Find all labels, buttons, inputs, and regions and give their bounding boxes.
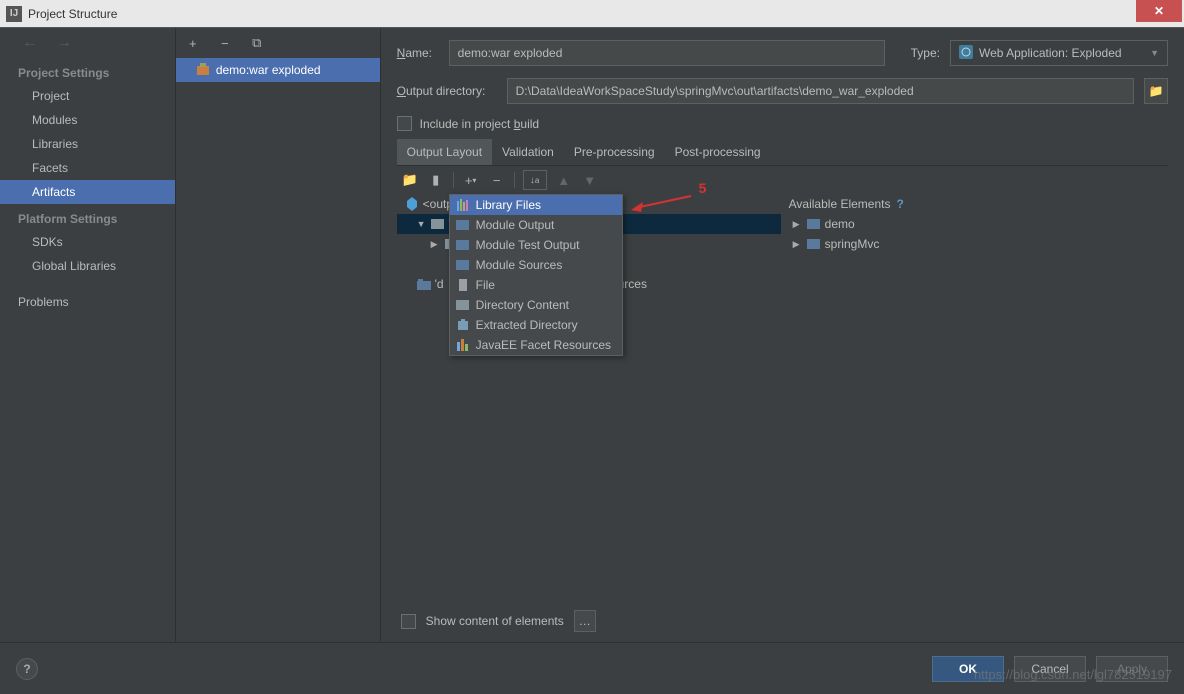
- include-label: Include in project build: [420, 117, 539, 131]
- new-archive-button[interactable]: ▮: [427, 171, 445, 189]
- include-checkbox[interactable]: [397, 116, 412, 131]
- popup-file[interactable]: File: [450, 275, 622, 295]
- output-root-icon: [405, 197, 419, 211]
- javaee-icon: [456, 338, 470, 352]
- section-project-settings: Project Settings: [0, 58, 175, 84]
- sidebar-item-project[interactable]: Project: [0, 84, 175, 108]
- folder-icon: [456, 238, 470, 252]
- expand-icon[interactable]: ▶: [793, 219, 803, 230]
- sidebar-item-problems[interactable]: Problems: [0, 290, 175, 314]
- artifact-list-panel: + − ⧉ demo:war exploded: [176, 28, 381, 642]
- show-content-checkbox[interactable]: [401, 614, 416, 629]
- remove-artifact-button[interactable]: −: [216, 34, 234, 52]
- output-tree[interactable]: <output root> ▼ W ▶ 'd urces: [397, 194, 781, 604]
- help-button[interactable]: ?: [16, 658, 38, 680]
- copy-artifact-button[interactable]: ⧉: [248, 34, 266, 52]
- move-up-button[interactable]: ▲: [555, 171, 573, 189]
- expand-icon[interactable]: ▶: [431, 239, 441, 250]
- archive-icon: [456, 318, 470, 332]
- expand-icon[interactable]: ▶: [793, 239, 803, 250]
- module-icon: [807, 237, 821, 251]
- popup-javaee-facet[interactable]: JavaEE Facet Resources: [450, 335, 622, 355]
- file-icon: [456, 278, 470, 292]
- folder-icon: [456, 258, 470, 272]
- new-folder-button[interactable]: 📁: [401, 171, 419, 189]
- help-icon[interactable]: ?: [896, 197, 903, 211]
- name-label: Name:: [397, 46, 439, 60]
- available-elements-panel: Available Elements ? ▶ demo ▶ springMvc: [781, 194, 1168, 604]
- tab-validation[interactable]: Validation: [492, 139, 564, 165]
- library-icon: [456, 198, 470, 212]
- popup-module-output[interactable]: Module Output: [450, 215, 622, 235]
- detail-panel: Name: Type: Web Application: Exploded ▼ …: [381, 28, 1184, 642]
- expand-icon[interactable]: ▼: [417, 219, 427, 229]
- window-title: Project Structure: [28, 7, 117, 21]
- type-value: Web Application: Exploded: [979, 46, 1122, 60]
- app-icon: IJ: [6, 6, 22, 22]
- output-label: Output directory:: [397, 84, 497, 98]
- show-content-label: Show content of elements: [426, 614, 564, 628]
- available-header: Available Elements: [789, 197, 891, 211]
- sort-button[interactable]: ↓a: [523, 170, 547, 190]
- folder-icon: [456, 218, 470, 232]
- popup-extracted-directory[interactable]: Extracted Directory: [450, 315, 622, 335]
- ellipsis-button[interactable]: …: [574, 610, 596, 632]
- available-item-springmvc[interactable]: ▶ springMvc: [789, 234, 1168, 254]
- add-copy-button[interactable]: +▾: [462, 171, 480, 189]
- artifact-list-item[interactable]: demo:war exploded: [176, 58, 380, 82]
- sidebar-item-modules[interactable]: Modules: [0, 108, 175, 132]
- module-icon: [807, 217, 821, 231]
- type-label: Type:: [911, 46, 940, 60]
- popup-module-sources[interactable]: Module Sources: [450, 255, 622, 275]
- nav-back-icon[interactable]: ←: [22, 34, 38, 52]
- tab-pre-processing[interactable]: Pre-processing: [564, 139, 665, 165]
- sidebar-item-sdks[interactable]: SDKs: [0, 230, 175, 254]
- nav-forward-icon[interactable]: →: [56, 34, 72, 52]
- popup-directory-content[interactable]: Directory Content: [450, 295, 622, 315]
- annotation-number: 5: [699, 180, 707, 196]
- left-sidebar: ← → Project Settings Project Modules Lib…: [0, 28, 176, 642]
- tabs: Output Layout Validation Pre-processing …: [397, 139, 1168, 166]
- artifact-icon: [196, 63, 210, 77]
- watermark-text: https://blog.csdn.net/lgl782519197: [974, 667, 1172, 682]
- browse-output-button[interactable]: 📁: [1144, 78, 1168, 104]
- module-icon: [417, 277, 431, 291]
- tab-output-layout[interactable]: Output Layout: [397, 139, 492, 165]
- sidebar-item-facets[interactable]: Facets: [0, 156, 175, 180]
- output-directory-input[interactable]: [507, 78, 1134, 104]
- folder-icon: [456, 298, 470, 312]
- move-down-button[interactable]: ▼: [581, 171, 599, 189]
- layout-toolbar: 📁 ▮ +▾ − ↓a ▲ ▼: [397, 166, 1168, 194]
- popup-library-files[interactable]: Library Files: [450, 195, 622, 215]
- add-popup-menu: Library Files Module Output Module Test …: [449, 194, 623, 356]
- available-item-demo[interactable]: ▶ demo: [789, 214, 1168, 234]
- titlebar: IJ Project Structure ✕: [0, 0, 1184, 28]
- sidebar-item-artifacts[interactable]: Artifacts: [0, 180, 175, 204]
- folder-icon: [431, 217, 445, 231]
- remove-button[interactable]: −: [488, 171, 506, 189]
- chevron-down-icon: ▼: [1150, 48, 1159, 58]
- name-input[interactable]: [449, 40, 885, 66]
- add-artifact-button[interactable]: +: [184, 34, 202, 52]
- sidebar-item-libraries[interactable]: Libraries: [0, 132, 175, 156]
- artifact-item-label: demo:war exploded: [216, 63, 321, 77]
- tab-post-processing[interactable]: Post-processing: [665, 139, 771, 165]
- popup-module-test-output[interactable]: Module Test Output: [450, 235, 622, 255]
- section-platform-settings: Platform Settings: [0, 204, 175, 230]
- close-button[interactable]: ✕: [1136, 0, 1182, 22]
- web-icon: [959, 45, 973, 62]
- type-combobox[interactable]: Web Application: Exploded ▼: [950, 40, 1168, 66]
- sidebar-item-global-libraries[interactable]: Global Libraries: [0, 254, 175, 278]
